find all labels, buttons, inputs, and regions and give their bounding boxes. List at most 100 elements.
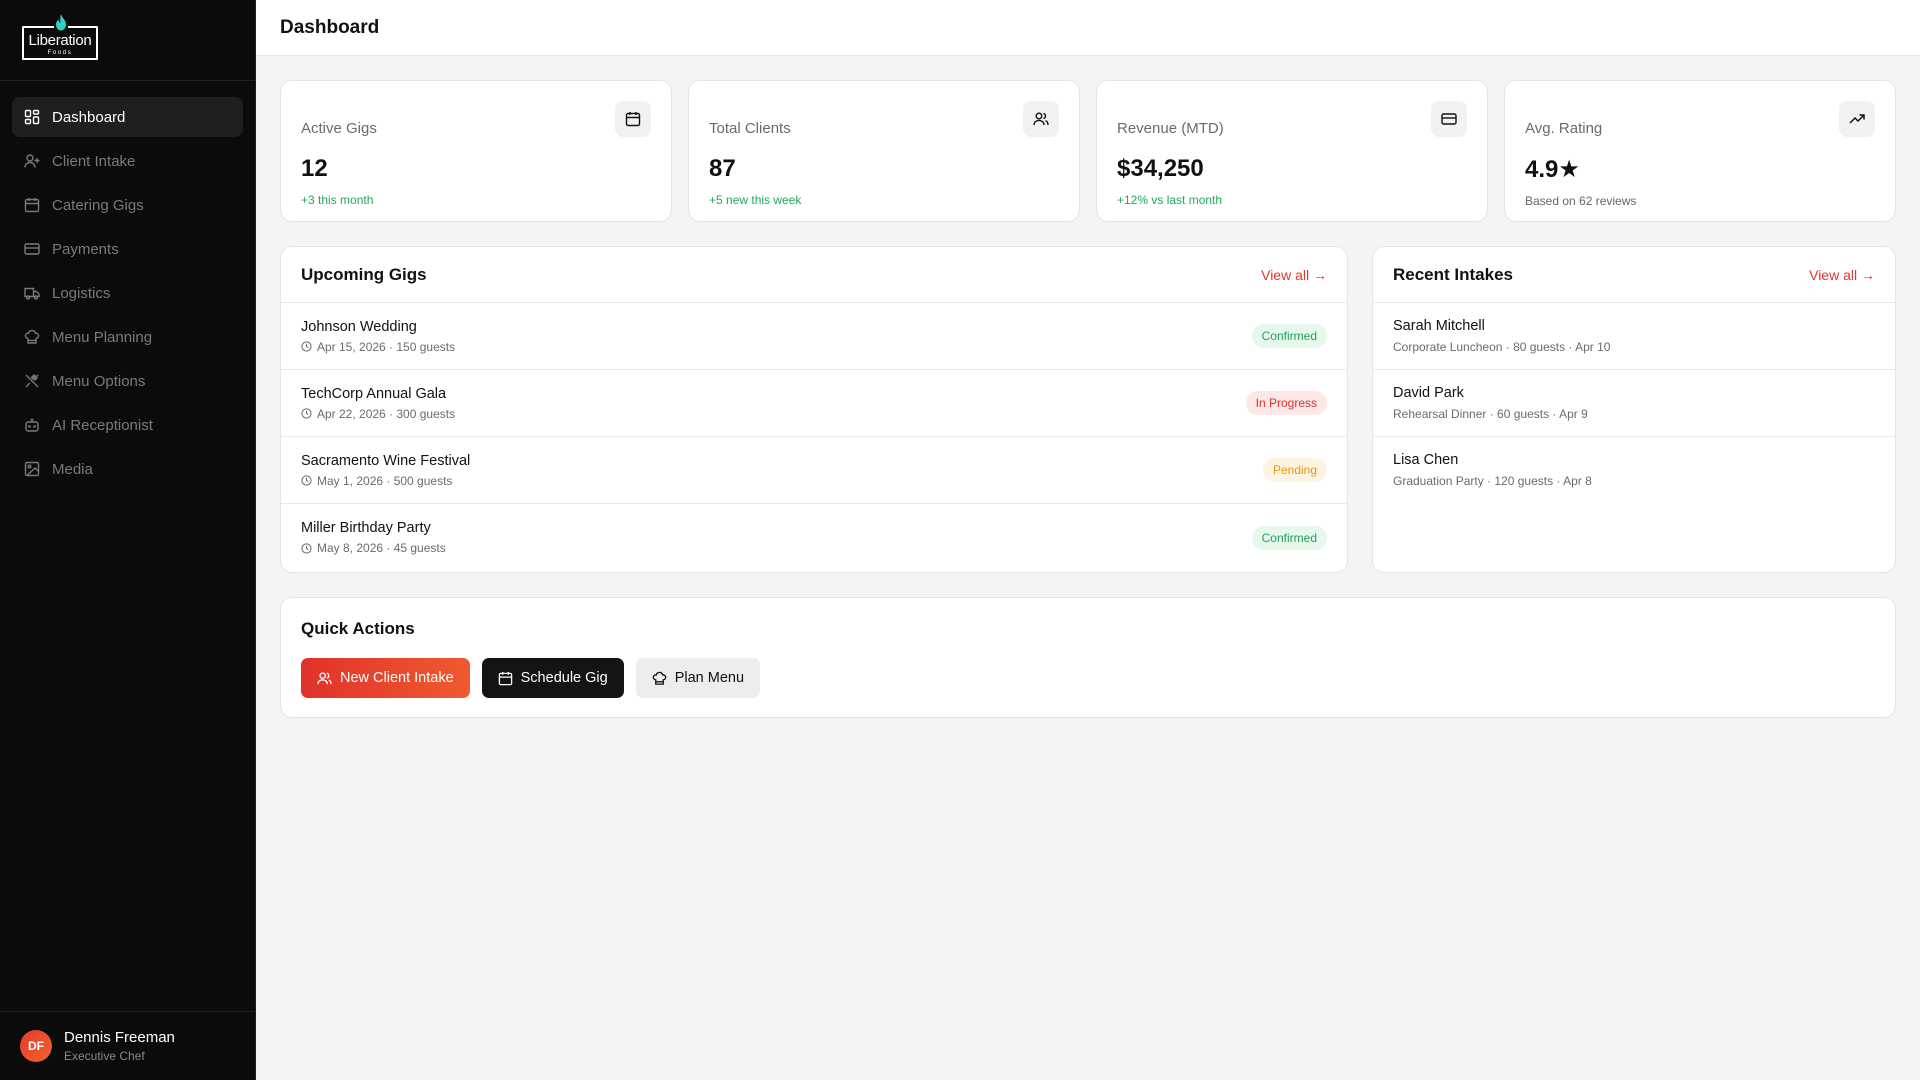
sidebar-item-label: Menu Options bbox=[52, 372, 146, 390]
stat-label: Revenue (MTD) bbox=[1117, 120, 1224, 137]
gig-title: Johnson Wedding bbox=[301, 318, 417, 335]
sidebar-item-label: Menu Planning bbox=[52, 328, 153, 346]
gig-meta: Apr 22, 2026 · 300 guests bbox=[317, 406, 456, 421]
stat-card-revenue: Revenue (MTD) $34,250 +12% vs last month bbox=[1096, 80, 1488, 222]
stat-label: Active Gigs bbox=[301, 120, 377, 137]
list-item[interactable]: Johnson Wedding Apr 15, 2026 · 150 guest… bbox=[281, 303, 1347, 370]
intake-meta: Rehearsal Dinner · 60 guests · Apr 9 bbox=[1393, 407, 1588, 421]
calendar-icon bbox=[24, 198, 40, 213]
panel-title: Quick Actions bbox=[301, 619, 415, 638]
chef-hat-icon bbox=[652, 671, 667, 685]
page-title: Dashboard bbox=[280, 16, 380, 38]
panel-title: Upcoming Gigs bbox=[301, 264, 427, 284]
sidebar-item-payments[interactable]: Payments bbox=[12, 229, 243, 269]
list-item[interactable]: David Park Rehearsal Dinner · 60 guests … bbox=[1373, 370, 1895, 437]
main-content: Active Gigs 12 +3 this month Total Clien… bbox=[280, 80, 1896, 718]
clock-icon bbox=[301, 542, 312, 554]
sidebar-item-label: AI Receptionist bbox=[52, 416, 153, 434]
gig-title: TechCorp Annual Gala bbox=[301, 385, 447, 402]
schedule-gig-button[interactable]: Schedule Gig bbox=[481, 658, 624, 698]
gig-meta: May 1, 2026 · 500 guests bbox=[317, 473, 453, 488]
sidebar-item-media[interactable]: Media bbox=[12, 449, 243, 489]
stat-card-avg-rating: Avg. Rating 4.9★ Based on 62 reviews bbox=[1504, 80, 1896, 222]
sidebar-item-client-intake[interactable]: Client Intake bbox=[12, 141, 243, 181]
credit-card-icon bbox=[24, 243, 40, 255]
intake-meta: Graduation Party · 120 guests · Apr 8 bbox=[1393, 474, 1592, 488]
status-badge: Confirmed bbox=[1251, 324, 1327, 348]
dashboard-icon bbox=[24, 109, 40, 125]
new-client-intake-button[interactable]: New Client Intake bbox=[301, 658, 470, 698]
button-label: Schedule Gig bbox=[520, 670, 608, 686]
panel-title: Recent Intakes bbox=[1393, 264, 1513, 284]
gig-meta: Apr 15, 2026 · 150 guests bbox=[317, 339, 456, 354]
stat-change: Based on 62 reviews bbox=[1525, 194, 1637, 208]
button-label: Plan Menu bbox=[674, 670, 745, 686]
stats-row: Active Gigs 12 +3 this month Total Clien… bbox=[280, 80, 1896, 222]
bot-icon bbox=[25, 418, 39, 432]
utensils-icon bbox=[25, 374, 39, 388]
sidebar-item-label: Payments bbox=[52, 240, 119, 258]
brand-tagline: Foods bbox=[47, 50, 73, 56]
users-icon bbox=[317, 671, 332, 684]
recent-intakes-panel: Recent Intakes View all → Sarah Mitchell… bbox=[1372, 246, 1896, 573]
sidebar-item-label: Logistics bbox=[52, 284, 111, 302]
clock-icon bbox=[301, 408, 312, 419]
user-profile[interactable]: DF Dennis Freeman Executive Chef bbox=[0, 1011, 256, 1080]
clock-icon bbox=[301, 341, 312, 352]
status-badge: Confirmed bbox=[1251, 525, 1327, 550]
user-name: Dennis Freeman bbox=[64, 1029, 175, 1046]
stat-value: 4.9★ bbox=[1525, 156, 1580, 183]
list-item[interactable]: Sarah Mitchell Corporate Luncheon · 80 g… bbox=[1373, 303, 1895, 370]
brand-logo[interactable]: Liberation Foods bbox=[22, 14, 98, 60]
top-bar: Dashboard bbox=[256, 0, 1920, 56]
sidebar-item-logistics[interactable]: Logistics bbox=[12, 273, 243, 313]
image-icon bbox=[24, 461, 40, 477]
stat-value: $34,250 bbox=[1117, 155, 1204, 182]
sidebar-item-menu-planning[interactable]: Menu Planning bbox=[12, 317, 243, 357]
sidebar-item-menu-options[interactable]: Menu Options bbox=[12, 361, 243, 401]
quick-actions-panel: Quick Actions New Client Intake Schedule… bbox=[280, 597, 1896, 718]
quick-actions: New Client Intake Schedule Gig Plan Menu bbox=[301, 658, 1875, 698]
view-all-intakes-link[interactable]: View all → bbox=[1809, 267, 1875, 283]
button-label: New Client Intake bbox=[340, 670, 454, 686]
view-all-gigs-link[interactable]: View all → bbox=[1261, 267, 1327, 283]
stat-change: +3 this month bbox=[301, 193, 374, 207]
flame-icon bbox=[54, 14, 68, 32]
stat-value: 12 bbox=[301, 155, 328, 182]
sidebar-item-ai-receptionist[interactable]: AI Receptionist bbox=[12, 405, 243, 445]
list-item[interactable]: Lisa Chen Graduation Party · 120 guests … bbox=[1373, 437, 1895, 504]
sidebar-item-dashboard[interactable]: Dashboard bbox=[12, 97, 243, 137]
logo-area: Liberation Foods bbox=[0, 0, 255, 81]
intake-name: Lisa Chen bbox=[1393, 452, 1459, 468]
panel-header: Recent Intakes View all → bbox=[1373, 247, 1895, 303]
sidebar-item-catering-gigs[interactable]: Catering Gigs bbox=[12, 185, 243, 225]
list-item[interactable]: TechCorp Annual Gala Apr 22, 2026 · 300 … bbox=[281, 370, 1347, 437]
stat-label: Total Clients bbox=[709, 120, 791, 137]
truck-icon bbox=[24, 287, 40, 300]
sidebar: Liberation Foods Dashboard Client Intake… bbox=[0, 0, 256, 1080]
intake-name: Sarah Mitchell bbox=[1393, 318, 1485, 334]
user-plus-icon bbox=[24, 154, 40, 168]
intake-meta: Corporate Luncheon · 80 guests · Apr 10 bbox=[1393, 340, 1611, 354]
intake-name: David Park bbox=[1393, 385, 1464, 401]
stat-change: +12% vs last month bbox=[1117, 193, 1223, 207]
avatar: DF bbox=[20, 1030, 52, 1062]
user-role: Executive Chef bbox=[64, 1049, 145, 1063]
stat-label: Avg. Rating bbox=[1525, 120, 1603, 137]
sidebar-item-label: Media bbox=[52, 460, 93, 478]
trending-up-icon bbox=[1839, 101, 1875, 137]
credit-card-icon bbox=[1431, 101, 1467, 137]
list-item[interactable]: Sacramento Wine Festival May 1, 2026 · 5… bbox=[281, 437, 1347, 504]
users-icon bbox=[1023, 101, 1059, 137]
sidebar-item-label: Client Intake bbox=[52, 152, 136, 170]
lists-row: Upcoming Gigs View all → Johnson Wedding… bbox=[280, 246, 1896, 573]
stat-value: 87 bbox=[709, 155, 736, 182]
status-badge: In Progress bbox=[1245, 391, 1327, 415]
gig-meta: May 8, 2026 · 45 guests bbox=[317, 541, 446, 555]
chef-hat-icon bbox=[24, 329, 40, 344]
list-item[interactable]: Miller Birthday Party May 8, 2026 · 45 g… bbox=[281, 504, 1347, 571]
sidebar-nav: Dashboard Client Intake Catering Gigs Pa… bbox=[0, 81, 255, 509]
upcoming-gigs-panel: Upcoming Gigs View all → Johnson Wedding… bbox=[280, 246, 1348, 573]
stat-card-total-clients: Total Clients 87 +5 new this week bbox=[688, 80, 1080, 222]
plan-menu-button[interactable]: Plan Menu bbox=[635, 658, 761, 698]
